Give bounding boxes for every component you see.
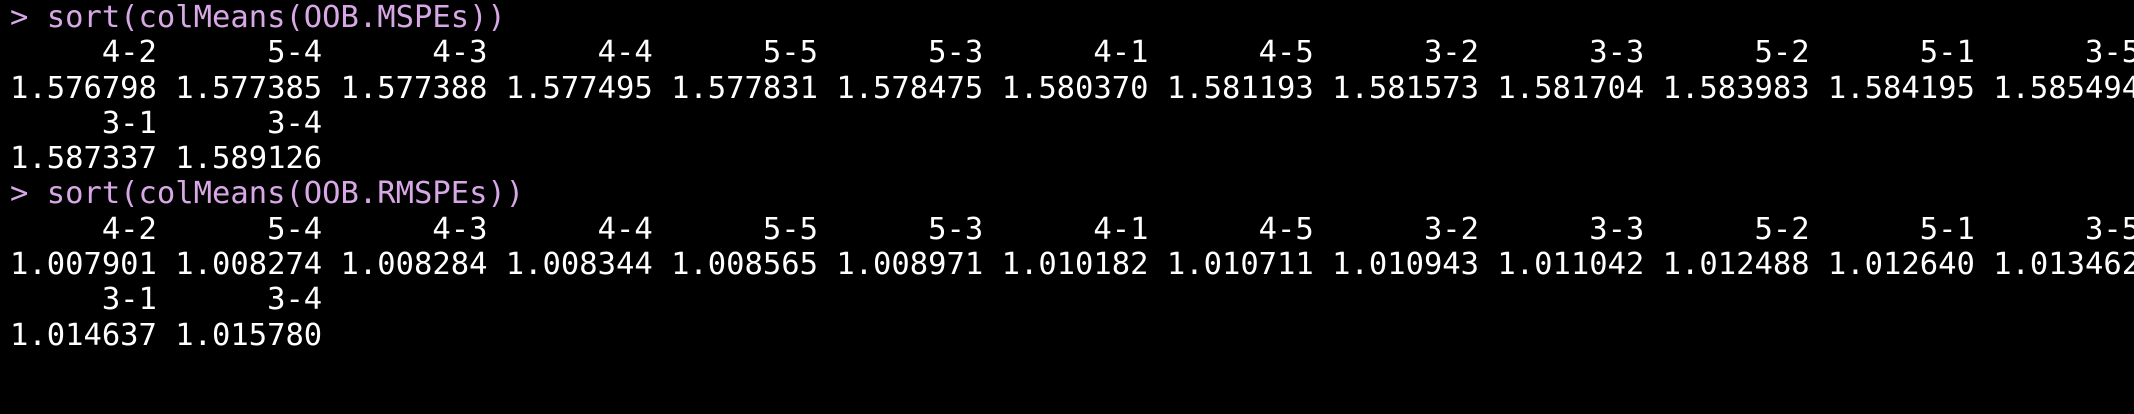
output-name-cell: 3-2	[1313, 211, 1480, 247]
output-names-row: 4-2 5-4 4-3 4-4 5-5 5-3 4-1 4-5 3-2 3-3 …	[10, 35, 2134, 70]
output-name-cell: 5-5	[652, 35, 818, 71]
output-name-cell: 3-1	[10, 105, 157, 141]
output-value-cell: 1.010182	[983, 247, 1149, 283]
output-value-cell: 1.577495	[487, 70, 653, 106]
output-value-cell: 1.577831	[652, 70, 818, 106]
output-value-cell: 1.012640	[1809, 247, 1975, 283]
output-name-cell: 3-5	[1974, 35, 2134, 71]
output-value-cell: 1.008971	[817, 247, 984, 283]
output-name-cell: 5-5	[652, 211, 818, 247]
output-values-row: 1.007901 1.008274 1.008284 1.008344 1.00…	[10, 247, 2134, 282]
output-name-cell: 3-5	[1974, 211, 2134, 247]
output-value-cell: 1.577385	[156, 70, 323, 106]
output-values-row: 1.014637 1.015780	[10, 318, 2134, 353]
output-name-cell: 4-2	[10, 35, 157, 71]
output-name-cell: 4-4	[487, 35, 653, 71]
output-value-cell: 1.015780	[156, 317, 323, 353]
output-name-cell: 4-5	[1148, 211, 1314, 247]
console-command-line: > sort(colMeans(OOB.MSPEs))	[10, 0, 506, 35]
output-value-cell: 1.007901	[10, 247, 157, 283]
output-value-cell: 1.577388	[322, 70, 488, 106]
output-name-cell: 3-3	[1479, 211, 1645, 247]
output-name-cell: 3-4	[156, 282, 323, 318]
output-name-cell: 5-2	[1644, 211, 1810, 247]
output-name-cell: 5-3	[817, 35, 984, 71]
output-value-cell: 1.584195	[1809, 70, 1975, 106]
output-value-cell: 1.585494	[1974, 70, 2134, 106]
output-values-row: 1.576798 1.577385 1.577388 1.577495 1.57…	[10, 71, 2134, 106]
output-name-cell: 5-1	[1809, 211, 1975, 247]
output-value-cell: 1.010943	[1313, 247, 1480, 283]
output-value-cell: 1.010711	[1148, 247, 1314, 283]
output-value-cell: 1.011042	[1479, 247, 1645, 283]
output-value-cell: 1.587337	[10, 141, 157, 177]
output-name-cell: 5-1	[1809, 35, 1975, 71]
output-name-cell: 4-2	[10, 211, 157, 247]
output-value-cell: 1.008565	[652, 247, 818, 283]
output-name-cell: 5-4	[156, 35, 323, 71]
console-command-line: > sort(colMeans(OOB.RMSPEs))	[10, 176, 525, 212]
output-names-row: 3-1 3-4	[10, 106, 2134, 141]
output-value-cell: 1.578475	[817, 70, 984, 106]
output-name-cell: 3-4	[156, 105, 323, 141]
output-value-cell: 1.576798	[10, 70, 157, 106]
output-value-cell: 1.581704	[1479, 70, 1645, 106]
r-console[interactable]: > sort(colMeans(OOB.MSPEs)) 4-2 5-4 4-3 …	[0, 0, 2134, 414]
output-value-cell: 1.014637	[10, 317, 157, 353]
output-value-cell: 1.008274	[156, 247, 323, 283]
output-value-cell: 1.589126	[156, 141, 323, 177]
output-name-cell: 5-4	[156, 211, 323, 247]
output-value-cell: 1.008284	[322, 247, 488, 283]
output-values-row: 1.587337 1.589126	[10, 141, 2134, 176]
output-name-cell: 3-2	[1313, 35, 1480, 71]
output-value-cell: 1.013462	[1974, 247, 2134, 283]
output-name-cell: 3-1	[10, 282, 157, 318]
output-name-cell: 4-1	[983, 35, 1149, 71]
output-names-row: 3-1 3-4	[10, 282, 2134, 317]
output-value-cell: 1.008344	[487, 247, 653, 283]
output-name-cell: 4-3	[322, 211, 488, 247]
output-name-cell: 4-3	[322, 35, 488, 71]
output-value-cell: 1.580370	[983, 70, 1149, 106]
output-value-cell: 1.581193	[1148, 70, 1314, 106]
output-value-cell: 1.012488	[1644, 247, 1810, 283]
output-value-cell: 1.581573	[1313, 70, 1480, 106]
output-name-cell: 4-4	[487, 211, 653, 247]
output-name-cell: 5-3	[817, 211, 984, 247]
output-value-cell: 1.583983	[1644, 70, 1810, 106]
output-names-row: 4-2 5-4 4-3 4-4 5-5 5-3 4-1 4-5 3-2 3-3 …	[10, 212, 2134, 247]
output-name-cell: 5-2	[1644, 35, 1810, 71]
output-name-cell: 4-5	[1148, 35, 1314, 71]
output-name-cell: 4-1	[983, 211, 1149, 247]
output-name-cell: 3-3	[1479, 35, 1645, 71]
